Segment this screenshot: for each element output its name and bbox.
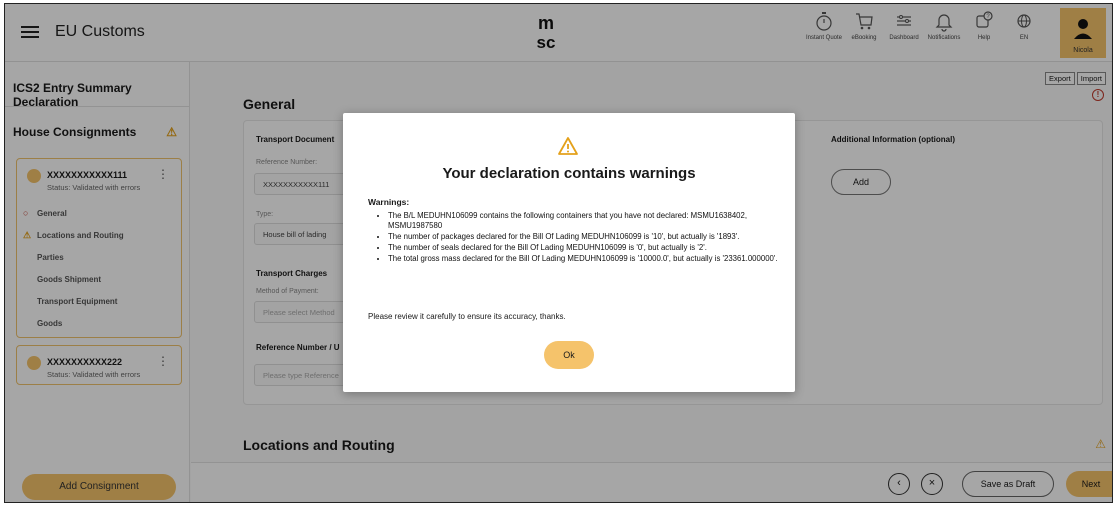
warnings-dialog: Your declaration contains warnings Warni… [343, 113, 795, 392]
ok-button[interactable]: Ok [544, 341, 594, 369]
review-text: Please review it carefully to ensure its… [368, 312, 566, 321]
warning-item: The total gross mass declared for the Bi… [388, 254, 778, 264]
app-window: EU Customs m sc Instant Quote eBooking D… [4, 3, 1113, 503]
warning-item: The number of seals declared for the Bil… [388, 243, 778, 253]
warning-item: The B/L MEDUHN106099 contains the follow… [388, 211, 778, 231]
warning-item: The number of packages declared for the … [388, 232, 778, 242]
dialog-title: Your declaration contains warnings [442, 165, 696, 182]
warning-icon [558, 137, 578, 155]
warnings-list: The B/L MEDUHN106099 contains the follow… [388, 211, 778, 265]
warnings-label: Warnings: [368, 197, 410, 207]
